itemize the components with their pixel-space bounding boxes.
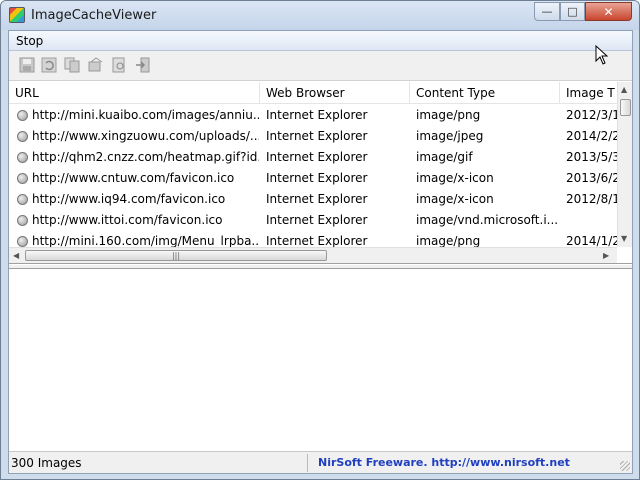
vertical-scrollbar[interactable]: ▲ ▼ bbox=[617, 82, 632, 247]
resize-grip-icon[interactable] bbox=[620, 461, 630, 471]
html-report-icon[interactable] bbox=[88, 57, 104, 73]
cell-image-time: 2013/6/2 bbox=[566, 171, 617, 185]
image-bullet-icon bbox=[17, 215, 28, 226]
scroll-down-arrow-icon[interactable]: ▼ bbox=[621, 234, 627, 243]
list-rows: http://mini.kuaibo.com/images/anniu... I… bbox=[9, 105, 617, 247]
cell-browser: Internet Explorer bbox=[266, 213, 368, 227]
image-bullet-icon bbox=[17, 110, 28, 121]
menu-stop[interactable]: Stop bbox=[16, 34, 43, 48]
image-count: 300 Images bbox=[11, 456, 82, 470]
client-area: Stop URL Web Browser Content Type Image … bbox=[8, 30, 633, 474]
toolbar bbox=[9, 51, 632, 81]
cell-browser: Internet Explorer bbox=[266, 171, 368, 185]
cell-content-type: image/png bbox=[416, 108, 481, 122]
cell-image-time: 2012/3/1 bbox=[566, 108, 617, 122]
cell-image-time: 2014/1/2 bbox=[566, 234, 617, 247]
scroll-up-arrow-icon[interactable]: ▲ bbox=[621, 85, 627, 94]
cell-browser: Internet Explorer bbox=[266, 108, 368, 122]
status-bar: 300 Images NirSoft Freeware. http://www.… bbox=[9, 451, 632, 473]
app-window: ImageCacheViewer — □ ✕ Stop URL Web Brow… bbox=[0, 0, 640, 480]
cell-content-type: image/x-icon bbox=[416, 192, 494, 206]
image-preview-pane bbox=[9, 269, 632, 451]
maximize-button[interactable]: □ bbox=[560, 2, 585, 21]
cell-image-time bbox=[566, 210, 617, 231]
cell-browser: Internet Explorer bbox=[266, 129, 368, 143]
cell-image-time: 2012/8/1 bbox=[566, 192, 617, 206]
table-row[interactable]: http://mini.kuaibo.com/images/anniu... I… bbox=[9, 105, 617, 126]
refresh-icon[interactable] bbox=[41, 57, 57, 73]
image-bullet-icon bbox=[17, 173, 28, 184]
exit-icon[interactable] bbox=[135, 57, 151, 73]
minimize-button[interactable]: — bbox=[534, 2, 560, 21]
cell-image-time: 2014/2/2 bbox=[566, 129, 617, 143]
image-bullet-icon bbox=[17, 131, 28, 142]
image-list: URL Web Browser Content Type Image T htt… bbox=[9, 82, 632, 264]
vertical-scroll-thumb[interactable] bbox=[620, 99, 631, 116]
title-bar[interactable]: ImageCacheViewer — □ ✕ bbox=[1, 1, 639, 30]
table-row[interactable]: http://qhm2.cnzz.com/heatmap.gif?id... I… bbox=[9, 147, 617, 168]
app-icon bbox=[9, 7, 25, 23]
table-row[interactable]: http://www.xingzuowu.com/uploads/... Int… bbox=[9, 126, 617, 147]
cell-url: http://www.cntuw.com/favicon.ico bbox=[32, 171, 235, 185]
properties-icon[interactable] bbox=[111, 57, 127, 73]
scroll-right-arrow-icon[interactable]: ▶ bbox=[603, 251, 609, 260]
nirsoft-link[interactable]: NirSoft Freeware. http://www.nirsoft.net bbox=[318, 456, 570, 469]
horizontal-scrollbar[interactable]: ◀ ||| ▶ bbox=[9, 247, 617, 263]
cell-url: http://www.xingzuowu.com/uploads/... bbox=[32, 129, 259, 143]
mouse-cursor-icon bbox=[595, 45, 609, 65]
close-button[interactable]: ✕ bbox=[585, 2, 632, 21]
cell-browser: Internet Explorer bbox=[266, 192, 368, 206]
cell-content-type: image/jpeg bbox=[416, 129, 484, 143]
column-header-image-time[interactable]: Image T bbox=[560, 82, 620, 104]
save-icon[interactable] bbox=[19, 57, 35, 73]
cell-image-time: 2013/5/3 bbox=[566, 150, 617, 164]
cell-url: http://mini.160.com/img/Menu_lrpba... bbox=[32, 234, 259, 247]
cell-browser: Internet Explorer bbox=[266, 234, 368, 247]
image-bullet-icon bbox=[17, 236, 28, 247]
scroll-left-arrow-icon[interactable]: ◀ bbox=[13, 251, 19, 260]
column-header-web-browser[interactable]: Web Browser bbox=[260, 82, 410, 104]
menu-bar: Stop bbox=[9, 31, 632, 51]
horizontal-scroll-thumb[interactable]: ||| bbox=[25, 250, 327, 261]
window-title: ImageCacheViewer bbox=[31, 8, 157, 23]
cell-content-type: image/x-icon bbox=[416, 171, 494, 185]
table-row[interactable]: http://www.cntuw.com/favicon.ico Interne… bbox=[9, 168, 617, 189]
cell-content-type: image/png bbox=[416, 234, 481, 247]
cell-url: http://qhm2.cnzz.com/heatmap.gif?id... bbox=[32, 150, 259, 164]
table-row[interactable]: http://www.ittoi.com/favicon.ico Interne… bbox=[9, 210, 617, 231]
table-row[interactable]: http://www.iq94.com/favicon.ico Internet… bbox=[9, 189, 617, 210]
image-bullet-icon bbox=[17, 152, 28, 163]
cell-content-type: image/vnd.microsoft.i... bbox=[416, 213, 559, 227]
copy-icon[interactable] bbox=[64, 57, 80, 73]
table-row[interactable]: http://mini.160.com/img/Menu_lrpba... In… bbox=[9, 231, 617, 247]
cell-url: http://mini.kuaibo.com/images/anniu... bbox=[32, 108, 259, 122]
status-separator bbox=[307, 454, 308, 472]
cell-content-type: image/gif bbox=[416, 150, 473, 164]
list-header: URL Web Browser Content Type Image T bbox=[9, 82, 617, 104]
column-header-content-type[interactable]: Content Type bbox=[410, 82, 560, 104]
cell-url: http://www.iq94.com/favicon.ico bbox=[32, 192, 226, 206]
cell-browser: Internet Explorer bbox=[266, 150, 368, 164]
column-header-url[interactable]: URL bbox=[9, 82, 260, 104]
cell-url: http://www.ittoi.com/favicon.ico bbox=[32, 213, 223, 227]
image-bullet-icon bbox=[17, 194, 28, 205]
